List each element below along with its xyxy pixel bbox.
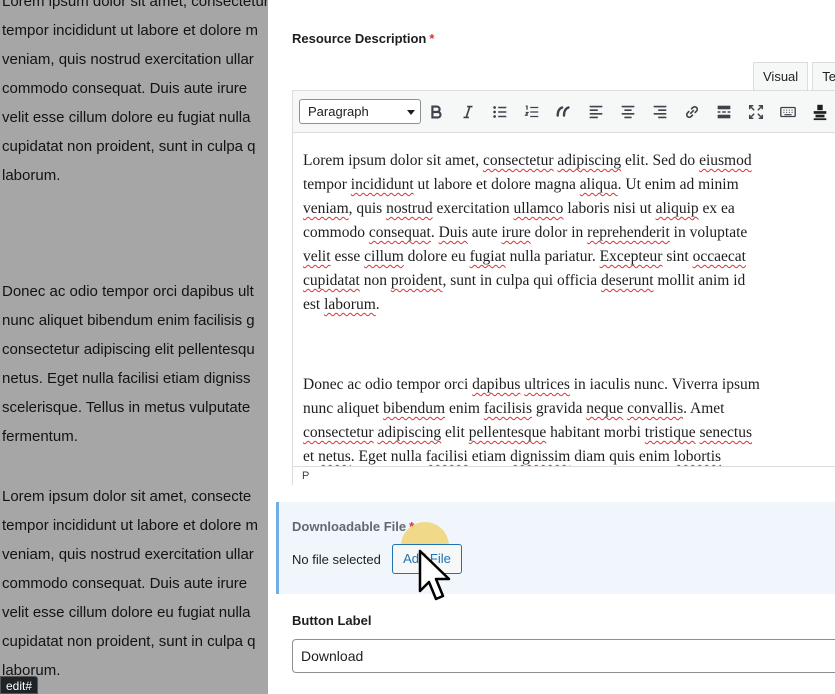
editor-line: et netus. Eget nulla facilisi etiam dign…: [303, 448, 722, 465]
editor-toolbar: Paragraph: [293, 91, 835, 133]
editor-line: est laborum.: [303, 296, 380, 313]
downloadable-file-section: Downloadable File* No file selected Add …: [276, 502, 835, 594]
resource-description-label: Resource Description *: [292, 31, 435, 46]
rich-text-editor: Paragraph Lorem ipsum dolor sit amet, co…: [292, 90, 835, 485]
chevron-down-icon: [407, 110, 415, 115]
format-select[interactable]: Paragraph: [299, 99, 421, 124]
italic-icon[interactable]: [456, 100, 480, 124]
align-left-icon[interactable]: [584, 100, 608, 124]
editor-path-bar[interactable]: P: [293, 466, 835, 485]
read-more-icon[interactable]: [712, 100, 736, 124]
editor-tabs: Visual Te: [753, 62, 835, 91]
editor-line: velit esse cillum dolore eu fugiat nulla…: [303, 248, 746, 265]
editor-line: tempor incididunt ut labore et dolore ma…: [303, 176, 739, 193]
editor-line: nunc aliquet bibendum enim facilisis gra…: [303, 400, 725, 417]
cursor-icon: [418, 549, 451, 601]
status-tag: edit#: [0, 676, 39, 694]
button-label-input[interactable]: [292, 639, 835, 673]
editor-line: Donec ac odio tempor orci dapibus ultric…: [303, 376, 760, 393]
align-right-icon[interactable]: [648, 100, 672, 124]
side-panel: Resource Description * Visual Te Paragrap…: [268, 0, 835, 694]
numbered-list-icon[interactable]: [520, 100, 544, 124]
bullet-list-icon[interactable]: [488, 100, 512, 124]
modal-backdrop[interactable]: [0, 0, 268, 694]
required-mark: *: [429, 31, 435, 46]
button-label-label: Button Label: [292, 613, 372, 628]
editor-line: Lorem ipsum dolor sit amet, consectetur …: [303, 152, 752, 169]
editor-content[interactable]: Lorem ipsum dolor sit amet, consectetur …: [293, 133, 835, 466]
tab-visual[interactable]: Visual: [753, 62, 809, 91]
editor-line: cupidatat non proident, sunt in culpa qu…: [303, 272, 746, 289]
align-center-icon[interactable]: [616, 100, 640, 124]
blockquote-icon[interactable]: [552, 100, 576, 124]
bold-icon[interactable]: [424, 100, 448, 124]
tab-text[interactable]: Te: [812, 62, 835, 91]
keyboard-icon[interactable]: [776, 100, 800, 124]
fullscreen-icon[interactable]: [744, 100, 768, 124]
editor-line: commodo consequat. Duis aute irure dolor…: [303, 224, 748, 241]
toolbar-toggle-icon[interactable]: [808, 100, 832, 124]
editor-line: consectetur adipiscing elit pellentesque…: [303, 424, 752, 441]
downloadable-file-label: Downloadable File*: [292, 519, 414, 534]
no-file-status: No file selected: [292, 552, 381, 567]
editor-line: veniam, quis nostrud exercitation ullamc…: [303, 200, 735, 217]
link-icon[interactable]: [680, 100, 704, 124]
